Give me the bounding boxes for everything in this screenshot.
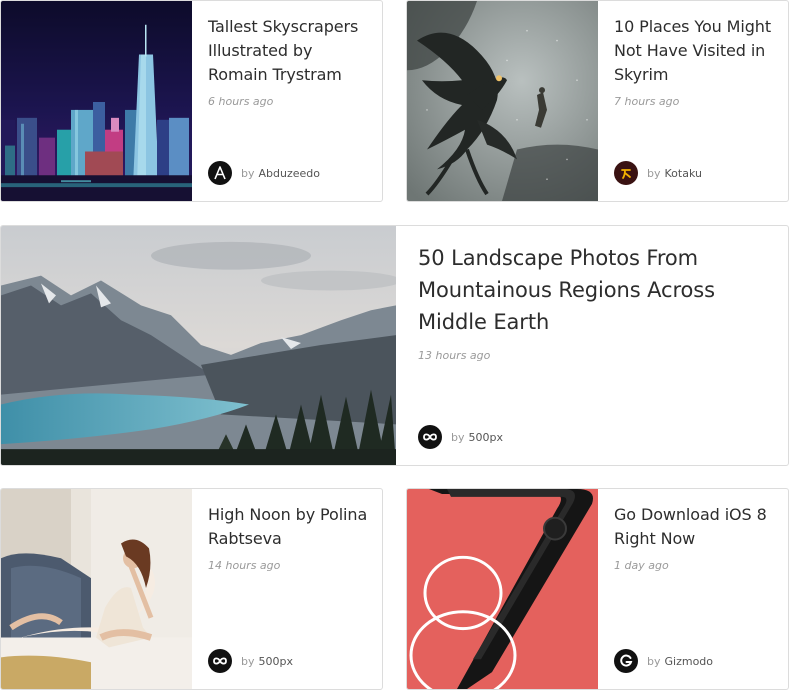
dragon-illustration <box>407 1 598 201</box>
gizmodo-g-icon <box>614 649 638 673</box>
article-title[interactable]: 10 Places You Might Not Have Visited in … <box>614 15 778 87</box>
article-thumbnail-skyrim[interactable] <box>407 1 598 201</box>
infinity-icon <box>208 649 232 673</box>
mountain-lake-photo <box>1 226 396 465</box>
abduzeedo-a-icon <box>208 161 232 185</box>
portrait-photo <box>1 489 192 689</box>
source-by-label: by <box>241 654 255 668</box>
article-timestamp: 7 hours ago <box>614 95 680 108</box>
source-by-label: by <box>241 166 255 180</box>
article-thumbnail-high-noon[interactable] <box>1 489 192 689</box>
kotaku-k-icon <box>614 161 638 185</box>
source-name[interactable]: 500px <box>469 431 504 444</box>
source-name[interactable]: Kotaku <box>665 167 702 180</box>
article-source[interactable]: by 500px <box>418 425 503 449</box>
source-by-label: by <box>647 166 661 180</box>
article-timestamp: 6 hours ago <box>208 95 274 108</box>
article-card-skyscrapers[interactable]: Tallest Skyscrapers Illustrated by Romai… <box>0 0 383 202</box>
article-timestamp: 13 hours ago <box>418 349 491 362</box>
article-source[interactable]: by Abduzeedo <box>208 161 320 185</box>
infinity-icon <box>418 425 442 449</box>
article-source[interactable]: by Gizmodo <box>614 649 713 673</box>
source-name[interactable]: Abduzeedo <box>259 167 320 180</box>
article-title[interactable]: Tallest Skyscrapers Illustrated by Romai… <box>208 15 372 87</box>
article-card-skyrim[interactable]: 10 Places You Might Not Have Visited in … <box>406 0 789 202</box>
article-timestamp: 1 day ago <box>614 559 669 572</box>
article-thumbnail-landscape[interactable] <box>1 226 396 465</box>
ios8-phone-graphic <box>407 489 598 689</box>
source-name[interactable]: Gizmodo <box>665 655 714 668</box>
article-title[interactable]: 50 Landscape Photos From Mountainous Reg… <box>418 242 748 338</box>
source-by-label: by <box>647 654 661 668</box>
skyline-illustration <box>1 1 192 201</box>
source-by-label: by <box>451 430 465 444</box>
article-thumbnail-skyscrapers[interactable] <box>1 1 192 201</box>
article-source[interactable]: by Kotaku <box>614 161 702 185</box>
article-card-landscape[interactable]: 50 Landscape Photos From Mountainous Reg… <box>0 225 789 466</box>
article-timestamp: 14 hours ago <box>208 559 281 572</box>
article-title[interactable]: Go Download iOS 8 Right Now <box>614 503 778 551</box>
article-title[interactable]: High Noon by Polina Rabtseva <box>208 503 372 551</box>
article-card-ios8[interactable]: Go Download iOS 8 Right Now 1 day ago by… <box>406 488 789 690</box>
article-thumbnail-ios8[interactable] <box>407 489 598 689</box>
article-source[interactable]: by 500px <box>208 649 293 673</box>
source-name[interactable]: 500px <box>259 655 294 668</box>
article-card-high-noon[interactable]: High Noon by Polina Rabtseva 14 hours ag… <box>0 488 383 690</box>
